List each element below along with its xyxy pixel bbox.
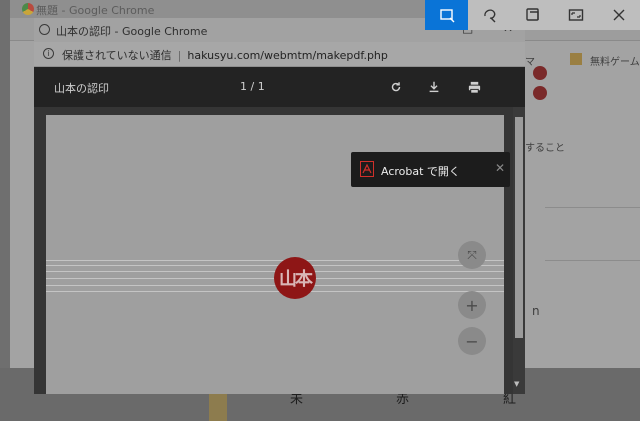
address-bar[interactable]: i 保護されていない通信 | hakusyu.com/webmtm/makepdf.…: [34, 42, 525, 67]
small-seal-thumbnail: [533, 86, 547, 100]
zoom-out-button[interactable]: −: [458, 327, 486, 355]
background-window-title: 無題 - Google Chrome: [36, 4, 155, 17]
security-label: 保護されていない通信: [62, 49, 172, 62]
close-popup-button[interactable]: ✕: [495, 161, 505, 175]
window-snip-icon: [525, 8, 539, 21]
address-text[interactable]: 保護されていない通信 | hakusyu.com/webmtm/makepdf.ph…: [62, 47, 388, 63]
divider: [545, 260, 640, 261]
document-rule-line: [46, 260, 504, 261]
document-rule-line: [46, 291, 504, 292]
partial-text: すること: [525, 143, 565, 154]
acrobat-icon: [360, 161, 374, 177]
scroll-down-arrow[interactable]: ▼: [514, 380, 519, 388]
url-text: hakusyu.com/webmtm/makepdf.php: [187, 49, 388, 62]
bookmark-folder-icon: [570, 53, 582, 65]
close-icon: [613, 9, 624, 21]
small-seal-thumbnail: [533, 66, 547, 80]
pdf-page-indicator: 1 / 1: [240, 80, 265, 93]
divider: [545, 207, 640, 208]
desktop-strip: [209, 392, 227, 421]
rectangular-snip-button[interactable]: [425, 0, 468, 30]
yamamoto-seal-stamp: 山本: [274, 257, 316, 299]
seal-text: 山本: [279, 269, 313, 290]
info-icon[interactable]: i: [43, 48, 54, 59]
snip-toolbar: [425, 0, 640, 30]
window-snip-button[interactable]: [511, 0, 554, 30]
window-title: 山本の認印 - Google Chrome: [56, 25, 208, 38]
open-in-acrobat-label[interactable]: Acrobat で開く: [381, 163, 460, 179]
rotate-icon[interactable]: [387, 78, 405, 96]
bookmark-free-games[interactable]: 無料ゲーム: [590, 53, 640, 68]
globe-icon: [39, 24, 50, 35]
close-snip-button[interactable]: [597, 0, 640, 30]
download-icon[interactable]: [425, 78, 443, 96]
fit-to-page-button[interactable]: ⤧: [458, 241, 486, 269]
fullscreen-snip-icon: [568, 9, 583, 21]
scrollbar-thumb[interactable]: [515, 117, 523, 338]
pdf-document-title: 山本の認印: [54, 82, 109, 95]
pdf-toolbar: 山本の認印 1 / 1: [34, 67, 525, 107]
freeform-snip-button[interactable]: [468, 0, 511, 30]
address-separator: |: [177, 49, 182, 62]
document-rule-line: [46, 265, 504, 266]
fullscreen-snip-button[interactable]: [554, 0, 597, 30]
chrome-logo-icon: [22, 3, 34, 15]
freeform-snip-icon: [483, 9, 495, 23]
rect-snip-icon: [439, 9, 454, 23]
pdf-browser-window: 山本の認印 - Google Chrome □ ✕ i 保護されていない通信|h…: [34, 18, 525, 394]
print-icon[interactable]: [465, 78, 483, 96]
acrobat-open-popup[interactable]: Acrobat で開く ✕: [351, 152, 510, 187]
zoom-in-button[interactable]: +: [458, 291, 486, 319]
partial-letter: n: [532, 304, 540, 318]
pdf-viewport[interactable]: 山本 ⤧ + − ▼: [34, 107, 525, 394]
